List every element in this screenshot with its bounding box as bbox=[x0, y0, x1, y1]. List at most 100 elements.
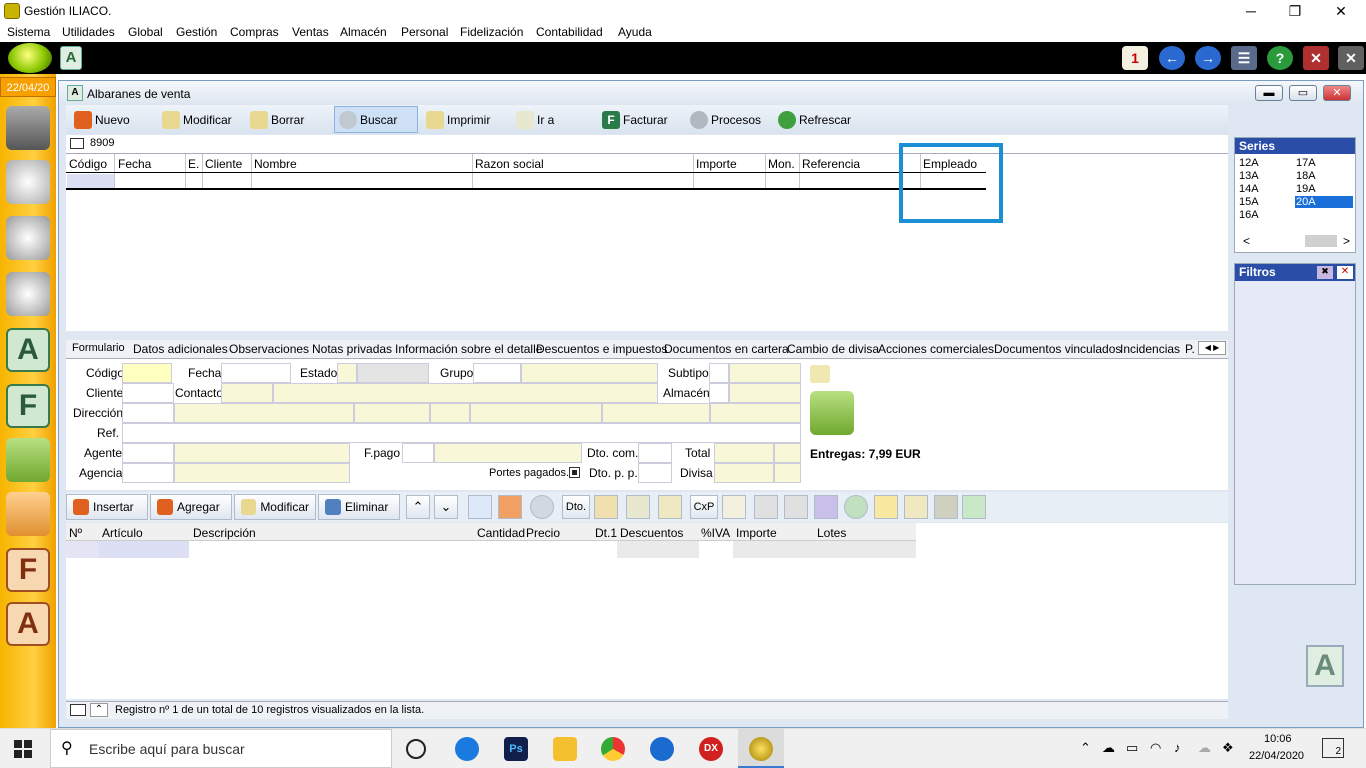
procesos-button[interactable]: Procesos bbox=[686, 106, 765, 133]
modificar-detail-button[interactable]: Modificar bbox=[234, 494, 316, 520]
menu-gestion[interactable]: Gestión bbox=[176, 25, 217, 39]
agregar-button[interactable]: Agregar bbox=[150, 494, 232, 520]
ir-a-button[interactable]: Ir a bbox=[512, 106, 558, 133]
edge-icon[interactable] bbox=[455, 737, 479, 761]
tab-info-detalle[interactable]: Información sobre el detalle bbox=[395, 342, 542, 356]
albaran-a-icon[interactable]: A bbox=[6, 328, 50, 372]
tab-notas-privadas[interactable]: Notas privadas bbox=[312, 342, 392, 356]
app-a-icon[interactable]: A bbox=[60, 46, 82, 70]
dcol-cantidad[interactable]: Cantidad bbox=[477, 526, 525, 540]
dcol-numero[interactable]: Nº bbox=[69, 526, 82, 540]
tab-observaciones[interactable]: Observaciones bbox=[229, 342, 309, 356]
fingerprint-icon[interactable] bbox=[722, 495, 746, 519]
series-item[interactable]: 19A bbox=[1296, 183, 1316, 195]
taskbar-time[interactable]: 10:06 bbox=[1264, 733, 1292, 745]
series-item[interactable]: 17A bbox=[1296, 157, 1316, 169]
keyboard-small-icon[interactable] bbox=[70, 704, 86, 716]
col-nombre[interactable]: Nombre bbox=[254, 157, 297, 171]
close-all-icon[interactable]: ✕ bbox=[1338, 46, 1364, 70]
transfer-icon[interactable] bbox=[754, 495, 778, 519]
col-referencia[interactable]: Referencia bbox=[802, 157, 860, 171]
person-icon[interactable] bbox=[844, 495, 868, 519]
chrome-icon[interactable] bbox=[601, 737, 625, 761]
tab-scroll-arrows-icon[interactable]: ◀ ▶ bbox=[1198, 341, 1226, 355]
search-input[interactable]: 8909 bbox=[90, 137, 114, 149]
iliaco-app-icon[interactable] bbox=[749, 737, 773, 761]
box-question-icon[interactable] bbox=[814, 495, 838, 519]
notifications-icon[interactable]: 2 bbox=[1322, 738, 1344, 758]
image-icon[interactable] bbox=[874, 495, 898, 519]
series-item[interactable]: 16A bbox=[1239, 209, 1259, 221]
series-item-selected[interactable]: 20A bbox=[1295, 196, 1353, 208]
selected-row-cell[interactable] bbox=[67, 174, 114, 188]
dcol-precio[interactable]: Precio bbox=[526, 526, 560, 540]
menu-utilidades[interactable]: Utilidades bbox=[62, 25, 115, 39]
menu-almacen[interactable]: Almacén bbox=[340, 25, 387, 39]
window-minimize-button[interactable]: ▬ bbox=[1255, 85, 1283, 101]
collapse-up-icon[interactable]: ⌃ bbox=[90, 703, 108, 717]
cxp-button[interactable]: CxP bbox=[690, 495, 718, 519]
eliminar-button[interactable]: Eliminar bbox=[318, 494, 400, 520]
taskbar-date[interactable]: 22/04/2020 bbox=[1249, 750, 1304, 762]
excel-icon[interactable] bbox=[962, 495, 986, 519]
tab-descuentos-impuestos[interactable]: Descuentos e impuestos bbox=[536, 342, 667, 356]
forward-arrow-icon[interactable]: → bbox=[1195, 46, 1221, 70]
dcol-descripcion[interactable]: Descripción bbox=[193, 526, 256, 540]
restore-button[interactable]: ❐ bbox=[1282, 2, 1308, 20]
back-arrow-icon[interactable]: ← bbox=[1159, 46, 1185, 70]
direccion-field[interactable] bbox=[122, 403, 174, 423]
fecha-field[interactable] bbox=[221, 363, 291, 383]
battery-icon[interactable]: ▭ bbox=[1126, 740, 1138, 756]
agencia-field[interactable] bbox=[122, 463, 174, 483]
buscar-button[interactable]: Buscar bbox=[334, 106, 418, 133]
settings-icon[interactable] bbox=[530, 495, 554, 519]
series-item[interactable]: 18A bbox=[1296, 170, 1316, 182]
filtros-close-icon[interactable]: ✕ bbox=[1337, 266, 1353, 279]
col-codigo[interactable]: Código bbox=[69, 157, 107, 171]
col-moneda[interactable]: Mon. bbox=[768, 157, 795, 171]
task-view-icon[interactable] bbox=[406, 739, 426, 759]
insertar-button[interactable]: Insertar bbox=[66, 494, 148, 520]
home-orb-icon[interactable] bbox=[8, 43, 52, 73]
taskbar-search[interactable]: ⚲ Escribe aquí para buscar bbox=[50, 729, 392, 768]
dcol-importe[interactable]: Importe bbox=[736, 526, 777, 540]
print-small-icon[interactable] bbox=[810, 365, 830, 383]
ref-field[interactable] bbox=[122, 423, 801, 443]
cliente-field[interactable] bbox=[122, 383, 174, 403]
series-item[interactable]: 12A bbox=[1239, 157, 1259, 169]
agente-field[interactable] bbox=[122, 443, 174, 463]
series-scrollbar[interactable] bbox=[1305, 235, 1337, 247]
shopping-bag-green-icon[interactable] bbox=[6, 438, 50, 482]
col-fecha[interactable]: Fecha bbox=[118, 157, 151, 171]
document-icon[interactable] bbox=[468, 495, 492, 519]
detail-selected-cell[interactable] bbox=[99, 541, 189, 558]
dcol-iva[interactable]: %IVA bbox=[701, 526, 730, 540]
help-icon[interactable]: ? bbox=[1267, 46, 1293, 70]
dcol-lotes[interactable]: Lotes bbox=[817, 526, 846, 540]
col-importe[interactable]: Importe bbox=[696, 157, 737, 171]
series-item[interactable]: 15A bbox=[1239, 196, 1259, 208]
fpago-field[interactable] bbox=[402, 443, 434, 463]
modificar-button[interactable]: Modificar bbox=[158, 106, 236, 133]
layers-icon[interactable] bbox=[934, 495, 958, 519]
dx-icon[interactable]: DX bbox=[699, 737, 723, 761]
menu-compras[interactable]: Compras bbox=[230, 25, 279, 39]
minimize-button[interactable]: ─ bbox=[1238, 2, 1264, 20]
dcol-descuentos[interactable]: Descuentos bbox=[620, 526, 683, 540]
window-close-button[interactable]: ✕ bbox=[1323, 85, 1351, 101]
tab-documentos-vinculados[interactable]: Documentos vinculados bbox=[994, 342, 1121, 356]
tab-formulario[interactable]: Formulario bbox=[72, 342, 125, 354]
dcol-articulo[interactable]: Artículo bbox=[102, 526, 143, 540]
close-button[interactable]: ✕ bbox=[1328, 2, 1354, 20]
windows-list-icon[interactable]: ☰ bbox=[1231, 46, 1257, 70]
office-icon[interactable] bbox=[498, 495, 522, 519]
teamviewer-icon[interactable] bbox=[650, 737, 674, 761]
dto-button[interactable]: Dto. bbox=[562, 495, 590, 519]
imprimir-button[interactable]: Imprimir bbox=[422, 106, 494, 133]
move-down-icon[interactable]: ⌄ bbox=[434, 495, 458, 519]
tray-chevron-icon[interactable]: ⌃ bbox=[1080, 740, 1091, 756]
tab-incidencias[interactable]: Incidencias bbox=[1120, 342, 1180, 356]
windows-start-icon[interactable] bbox=[14, 740, 32, 758]
borrar-button[interactable]: Borrar bbox=[246, 106, 308, 133]
menu-sistema[interactable]: Sistema bbox=[7, 25, 50, 39]
